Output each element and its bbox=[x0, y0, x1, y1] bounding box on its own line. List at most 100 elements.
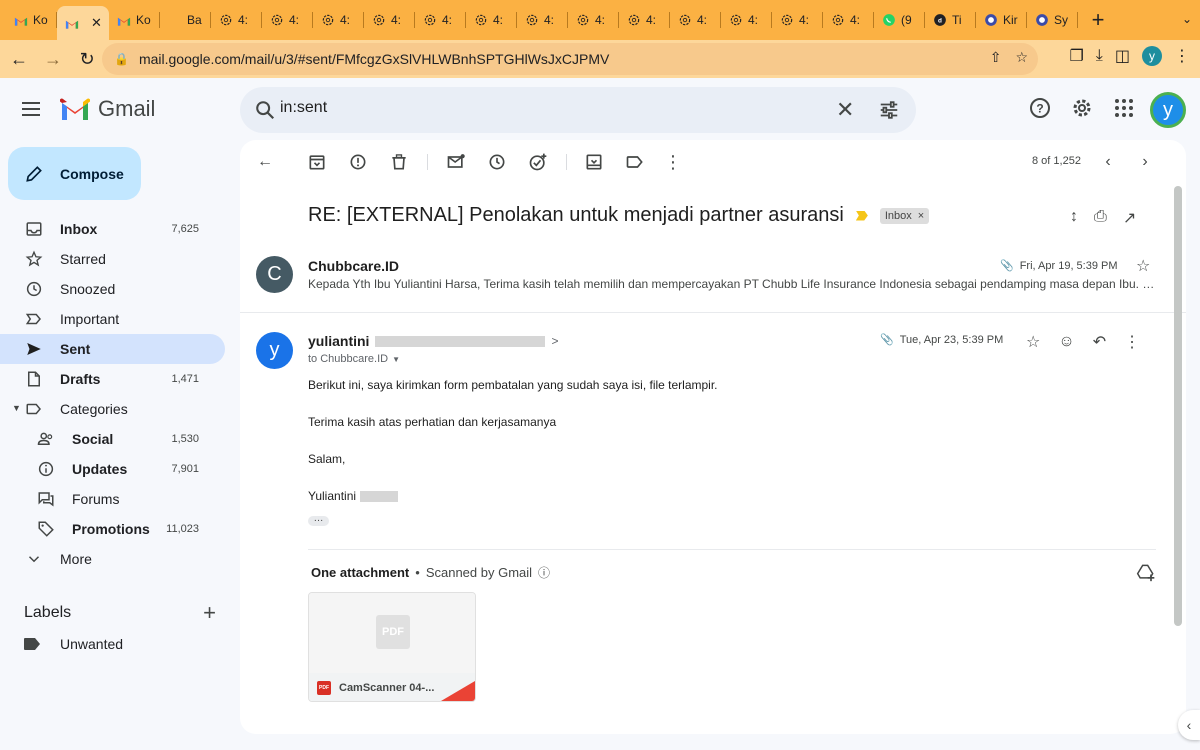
sidebar-item-social[interactable]: Social 1,530 bbox=[0, 424, 225, 454]
back-button[interactable]: ← bbox=[4, 44, 34, 74]
side-panel-toggle[interactable]: ‹ bbox=[1178, 710, 1200, 740]
browser-tab[interactable]: 4: bbox=[262, 4, 313, 36]
browser-tab[interactable]: Ko bbox=[6, 4, 57, 36]
browser-tab[interactable]: (9 bbox=[874, 4, 925, 36]
mark-unread-icon[interactable] bbox=[446, 152, 466, 172]
tab-search-chevron-icon[interactable]: ⌄ bbox=[1182, 12, 1192, 26]
reply-icon[interactable]: ↶ bbox=[1093, 332, 1106, 352]
collapsed-message[interactable]: C Chubbcare.ID Kepada Yth Ibu Yuliantini… bbox=[240, 252, 1186, 314]
sidebar-item-drafts[interactable]: Drafts 1,471 bbox=[0, 364, 225, 394]
recipient-line[interactable]: to Chubbcare.ID ▼ bbox=[308, 353, 400, 365]
settings-gear-icon[interactable] bbox=[1070, 96, 1094, 120]
tab-title: Ko bbox=[136, 13, 151, 27]
sidebar-item-forums[interactable]: Forums bbox=[0, 484, 225, 514]
attachment-card[interactable]: PDF PDF CamScanner 04-... bbox=[308, 592, 476, 702]
help-icon[interactable]: ? bbox=[1028, 96, 1052, 120]
sidebar-item-important[interactable]: Important bbox=[0, 304, 225, 334]
sidebar-item-inbox[interactable]: Inbox 7,625 bbox=[0, 214, 225, 244]
move-to-icon[interactable] bbox=[584, 152, 604, 172]
back-to-list-icon[interactable]: ← bbox=[255, 152, 275, 172]
star-icon[interactable]: ☆ bbox=[1136, 256, 1150, 276]
delete-icon[interactable] bbox=[389, 152, 409, 172]
browser-tab[interactable]: 4: bbox=[517, 4, 568, 36]
collapse-caret-icon[interactable]: ▼ bbox=[12, 403, 21, 413]
main-menu-icon[interactable] bbox=[22, 98, 46, 122]
emoji-react-icon[interactable]: ☺ bbox=[1058, 333, 1074, 351]
info-icon[interactable]: ⓘ bbox=[538, 564, 550, 581]
older-chevron-icon[interactable]: › bbox=[1135, 152, 1155, 172]
add-label-icon[interactable]: + bbox=[203, 600, 216, 626]
search-options-icon[interactable] bbox=[878, 99, 900, 121]
side-panel-icon[interactable]: ◫ bbox=[1115, 46, 1130, 66]
message-snippet: Kepada Yth Ibu Yuliantini Harsa, Terima … bbox=[308, 277, 1156, 291]
add-task-icon[interactable] bbox=[528, 152, 548, 172]
svg-text:?: ? bbox=[1036, 102, 1043, 116]
browser-tab[interactable]: 4: bbox=[415, 4, 466, 36]
browser-tab[interactable]: 4: bbox=[568, 4, 619, 36]
tag-icon bbox=[36, 519, 56, 539]
search-input[interactable] bbox=[280, 99, 780, 117]
new-tab-button[interactable]: + bbox=[1078, 4, 1118, 36]
close-tab-icon[interactable]: ✕ bbox=[91, 15, 102, 31]
browser-tab[interactable]: Kir bbox=[976, 4, 1027, 36]
newer-chevron-icon[interactable]: ‹ bbox=[1098, 152, 1118, 172]
forward-button[interactable]: → bbox=[38, 44, 68, 74]
share-icon[interactable]: ⇧ bbox=[990, 49, 1002, 66]
show-trimmed-content-button[interactable]: … bbox=[308, 514, 329, 526]
account-avatar[interactable]: y bbox=[1150, 92, 1186, 128]
tab-title: 4: bbox=[442, 13, 453, 27]
report-spam-icon[interactable] bbox=[348, 152, 368, 172]
download-icon[interactable]: ⤓ bbox=[1096, 47, 1103, 65]
inbox-label-chip[interactable]: Inbox × bbox=[879, 207, 930, 224]
pager-count: 8 of 1,252 bbox=[1032, 155, 1081, 167]
star-icon[interactable]: ☆ bbox=[1026, 332, 1040, 352]
message-more-icon[interactable]: ⋮ bbox=[1124, 332, 1140, 352]
sender-name: yuliantini bbox=[308, 333, 370, 349]
snooze-clock-icon[interactable] bbox=[487, 152, 507, 172]
label-item-unwanted[interactable]: Unwanted bbox=[24, 636, 123, 652]
search-icon[interactable] bbox=[254, 99, 276, 121]
browser-tab[interactable]: Ko bbox=[109, 4, 160, 36]
remove-label-icon[interactable]: × bbox=[918, 210, 924, 222]
open-new-window-icon[interactable]: ↗ bbox=[1123, 208, 1136, 228]
reload-button[interactable]: ↻ bbox=[72, 44, 102, 74]
archive-icon[interactable] bbox=[307, 152, 327, 172]
important-marker-icon[interactable] bbox=[855, 210, 868, 221]
browser-tab[interactable]: Sy bbox=[1027, 4, 1078, 36]
label-icon[interactable] bbox=[625, 152, 645, 172]
browser-tab[interactable]: 4: bbox=[364, 4, 415, 36]
sidebar-item-starred[interactable]: Starred bbox=[0, 244, 225, 274]
browser-tab[interactable]: 4: bbox=[466, 4, 517, 36]
browser-tab[interactable]: 4: bbox=[619, 4, 670, 36]
browser-tab[interactable]: 4: bbox=[772, 4, 823, 36]
recipient-dropdown-icon[interactable]: ▼ bbox=[392, 355, 400, 364]
sidebar-item-sent[interactable]: Sent bbox=[0, 334, 225, 364]
extensions-icon[interactable]: ❐ bbox=[1069, 46, 1083, 66]
more-options-icon[interactable]: ⋮ bbox=[663, 152, 683, 172]
compose-button[interactable]: Compose bbox=[8, 147, 141, 200]
sidebar-item-snoozed[interactable]: Snoozed bbox=[0, 274, 225, 304]
sidebar-item-categories[interactable]: ▼ Categories bbox=[0, 394, 225, 424]
apps-grid-icon[interactable] bbox=[1112, 96, 1136, 120]
add-to-drive-icon[interactable] bbox=[1136, 562, 1156, 582]
browser-tab[interactable]: 4: bbox=[823, 4, 874, 36]
browser-tab[interactable]: 4: bbox=[721, 4, 772, 36]
print-icon[interactable]: ⎙ bbox=[1094, 208, 1107, 228]
page-scrollbar[interactable] bbox=[1174, 186, 1182, 626]
gmail-logo[interactable]: Gmail bbox=[60, 96, 155, 122]
browser-tab[interactable]: d Ti bbox=[925, 4, 976, 36]
browser-tab[interactable]: Ba bbox=[160, 4, 211, 36]
browser-tab[interactable]: 4: bbox=[670, 4, 721, 36]
browser-tab[interactable]: ✕ bbox=[57, 6, 109, 40]
sidebar-item-promotions[interactable]: Promotions 11,023 bbox=[0, 514, 225, 544]
profile-avatar[interactable]: y bbox=[1142, 46, 1162, 66]
sidebar-item-updates[interactable]: Updates 7,901 bbox=[0, 454, 225, 484]
expand-all-icon[interactable]: ↕ bbox=[1070, 208, 1078, 228]
browser-menu-icon[interactable]: ⋮ bbox=[1174, 46, 1190, 66]
sidebar-item-more[interactable]: More bbox=[0, 544, 225, 574]
bookmark-star-icon[interactable]: ☆ bbox=[1015, 49, 1028, 66]
browser-tab[interactable]: 4: bbox=[313, 4, 364, 36]
address-bar[interactable]: 🔒 mail.google.com/mail/u/3/#sent/FMfcgzG… bbox=[102, 43, 1038, 75]
browser-tab[interactable]: 4: bbox=[211, 4, 262, 36]
clear-search-icon[interactable]: ✕ bbox=[836, 97, 854, 123]
